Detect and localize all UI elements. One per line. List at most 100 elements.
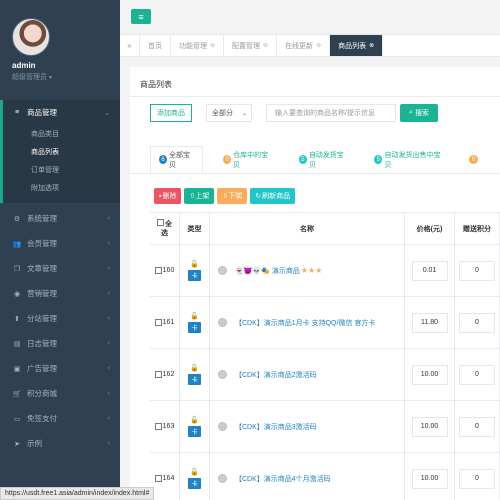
select-all-header[interactable]: 全选 bbox=[150, 213, 180, 244]
sidebar-item-points-mall[interactable]: 🛒 积分商城 ‹ bbox=[0, 381, 120, 406]
button-label: 刷新商品 bbox=[262, 193, 291, 200]
sidebar-item-articles[interactable]: ❐ 文章管理 ‹ bbox=[0, 256, 120, 281]
sidebar-item-marketing[interactable]: ◉ 营销管理 ‹ bbox=[0, 281, 120, 306]
goods-name-link[interactable]: 【CDK】演示商品4个月激活码 bbox=[235, 474, 331, 484]
add-goods-button[interactable]: 添加商品 bbox=[150, 104, 192, 122]
sidebar-item-goods[interactable]: ≡ 商品管理 ⌄ bbox=[3, 100, 120, 125]
goods-name-link[interactable]: 【CDK】演示商品2激活码 bbox=[235, 370, 317, 380]
log-icon: ▤ bbox=[13, 340, 21, 348]
goods-name-link[interactable]: 【CDK】演示商品1月卡 支持QQ/微信 官方卡 bbox=[235, 318, 375, 328]
row-checkbox[interactable] bbox=[154, 371, 162, 378]
unlock-icon[interactable]: 🔓 bbox=[190, 260, 199, 268]
tab-home[interactable]: 首页 bbox=[140, 35, 171, 56]
table-row: 164 🔓 卡 【CDK】演示商品4个月激活码 10.00 0 bbox=[150, 453, 500, 500]
table-row: 163 🔓 卡 【CDK】演示商品3激活码 10.00 0 bbox=[150, 401, 500, 453]
sidebar-item-ads[interactable]: ▣ 广告管理 ‹ bbox=[0, 356, 120, 381]
chevron-left-icon: ‹ bbox=[107, 240, 110, 247]
sidebar-item-members[interactable]: 👥 会员管理 ‹ bbox=[0, 231, 120, 256]
sidebar-item-label: 营销管理 bbox=[27, 289, 57, 298]
refresh-goods-button[interactable]: ↻ 刷新商品 bbox=[250, 188, 296, 204]
row-checkbox[interactable] bbox=[154, 423, 162, 430]
price-input[interactable]: 10.00 bbox=[411, 364, 448, 385]
submenu-orders[interactable]: 订单管理 bbox=[3, 161, 120, 179]
sidebar-item-system[interactable]: ⚙ 系统管理 ‹ bbox=[0, 206, 120, 231]
put-on-shelf-button[interactable]: ⇧ 上架 bbox=[184, 188, 215, 204]
goods-thumbnail bbox=[218, 318, 227, 327]
price-input[interactable]: 0.01 bbox=[411, 260, 448, 281]
search-button[interactable]: ⌕ 搜索 bbox=[400, 104, 438, 122]
unlock-icon[interactable]: 🔓 bbox=[190, 468, 199, 476]
button-label: 下架 bbox=[228, 193, 243, 200]
tab-goods-list[interactable]: 商品列表 ⊗ bbox=[330, 35, 384, 56]
take-off-shelf-button[interactable]: ⇩ 下架 bbox=[217, 188, 248, 204]
document-icon: ❐ bbox=[13, 265, 21, 273]
emoji-icons: 👻👿💀🎭 bbox=[235, 267, 270, 275]
sidebar-item-label: 广告管理 bbox=[27, 364, 57, 373]
sidebar-item-substations[interactable]: ⬆ 分站管理 ‹ bbox=[0, 306, 120, 331]
tab-more[interactable]: 0 bbox=[461, 146, 488, 173]
price-input[interactable]: 10.00 bbox=[411, 416, 448, 437]
submenu-goods-list[interactable]: 商品列表 bbox=[3, 143, 120, 161]
type-badge: 卡 bbox=[188, 426, 201, 437]
user-role-dropdown[interactable]: 超级管理员 ▾ bbox=[12, 72, 120, 82]
points-input[interactable]: 0 bbox=[459, 260, 495, 281]
sidebar-item-logs[interactable]: ▤ 日志管理 ‹ bbox=[0, 331, 120, 356]
points-input[interactable]: 0 bbox=[459, 468, 495, 489]
star-icons: ★★★ bbox=[300, 266, 323, 275]
menu-toggle-button[interactable]: ≡ bbox=[131, 9, 151, 24]
select-all-checkbox[interactable] bbox=[157, 218, 164, 226]
close-icon[interactable]: ⊗ bbox=[369, 42, 374, 49]
price-input[interactable]: 10.00 bbox=[411, 468, 448, 489]
close-icon[interactable]: ⊗ bbox=[316, 42, 321, 49]
goods-thumbnail bbox=[218, 370, 227, 379]
unlock-icon[interactable]: 🔓 bbox=[190, 364, 199, 372]
tab-features[interactable]: 功能管理 ⊗ bbox=[171, 35, 225, 56]
tab-label: 首页 bbox=[148, 42, 162, 50]
tab-config[interactable]: 配置管理 ⊗ bbox=[224, 35, 278, 56]
close-icon[interactable]: ⊗ bbox=[263, 42, 268, 49]
tabs-scroll-left-button[interactable]: « bbox=[120, 35, 140, 56]
sidebar-item-label: 示例 bbox=[27, 439, 42, 448]
search-input[interactable]: 输入要查询的商品名称/提示信息 bbox=[266, 104, 396, 122]
tab-label: 自动发货出售中宝贝 bbox=[384, 151, 441, 169]
goods-name-link[interactable]: 【CDK】演示商品3激活码 bbox=[235, 422, 317, 432]
chevron-left-icon: ‹ bbox=[107, 315, 110, 322]
tab-all-goods[interactable]: 6 全部宝贝 bbox=[150, 146, 204, 173]
submenu-goods-category[interactable]: 商品类目 bbox=[3, 125, 120, 143]
tab-auto-delivery-on-sale[interactable]: 5 自动发货出售中宝贝 bbox=[366, 146, 449, 173]
points-input[interactable]: 0 bbox=[459, 312, 495, 333]
points-input[interactable]: 0 bbox=[459, 364, 495, 385]
delete-button[interactable]: ▪ 删除 bbox=[154, 188, 182, 204]
sidebar-item-label: 会员管理 bbox=[27, 239, 57, 248]
header-price: 价格(元) bbox=[405, 213, 455, 244]
table-row: 162 🔓 卡 【CDK】演示商品2激活码 10.00 0 bbox=[150, 349, 500, 401]
type-badge: 卡 bbox=[188, 322, 201, 333]
price-input[interactable]: 11.80 bbox=[411, 312, 448, 333]
row-checkbox[interactable] bbox=[154, 319, 162, 326]
sidebar-item-payment[interactable]: ▭ 免签支付 ‹ bbox=[0, 406, 120, 431]
sidebar: admin 超级管理员 ▾ ≡ 商品管理 ⌄ 商品类目 商品列表 订单管理 附加… bbox=[0, 0, 120, 500]
submenu-extra-options[interactable]: 附加选项 bbox=[3, 179, 120, 197]
points-input[interactable]: 0 bbox=[459, 416, 495, 437]
select-value: 全部分 bbox=[212, 110, 233, 117]
tab-warehouse-goods[interactable]: 0 仓库中的宝贝 bbox=[215, 146, 279, 173]
tab-auto-delivery-goods[interactable]: 5 自动发货宝贝 bbox=[291, 146, 355, 173]
avatar[interactable] bbox=[12, 18, 50, 56]
row-checkbox[interactable] bbox=[154, 475, 162, 482]
page-title: 商品列表 bbox=[130, 67, 500, 97]
type-badge: 卡 bbox=[188, 478, 201, 489]
row-id: 160 bbox=[162, 267, 175, 274]
close-icon[interactable]: ⊗ bbox=[210, 42, 215, 49]
row-id: 163 bbox=[162, 423, 175, 430]
row-id: 162 bbox=[162, 371, 175, 378]
tab-online-update[interactable]: 在线更新 ⊗ bbox=[277, 35, 331, 56]
category-select[interactable]: 全部分 ⌄ bbox=[206, 104, 252, 122]
sidebar-item-label: 系统管理 bbox=[27, 214, 57, 223]
unlock-icon[interactable]: 🔓 bbox=[190, 416, 199, 424]
row-checkbox[interactable] bbox=[154, 267, 162, 274]
credit-card-icon: ▭ bbox=[13, 415, 21, 423]
unlock-icon[interactable]: 🔓 bbox=[190, 312, 199, 320]
goods-name-link[interactable]: 👻👿💀🎭 演示商品 ★★★ bbox=[235, 266, 322, 276]
row-id: 161 bbox=[162, 319, 175, 326]
sidebar-item-examples[interactable]: ➤ 示例 ‹ bbox=[0, 431, 120, 456]
